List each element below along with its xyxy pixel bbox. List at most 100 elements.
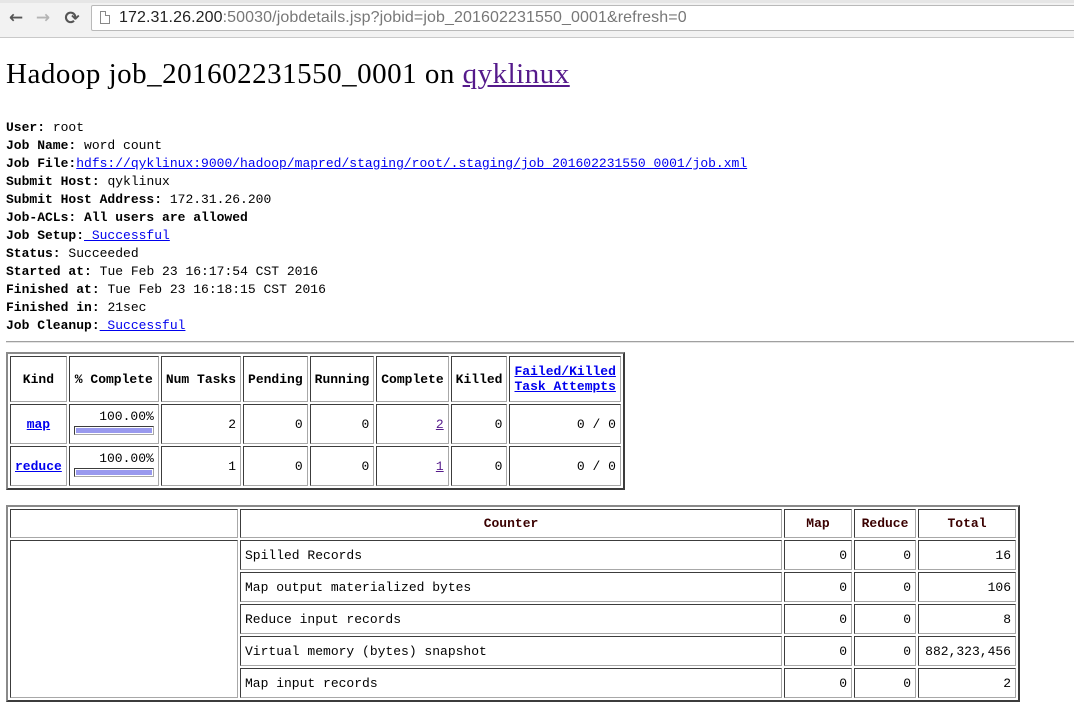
header-counter: Counter [240, 509, 782, 538]
running-cell: 0 [309, 404, 375, 444]
counter-total-value: 8 [918, 604, 1016, 634]
host-link[interactable]: qyklinux [463, 58, 570, 90]
forward-arrow-icon[interactable]: → [32, 7, 54, 29]
info-label: Job File: [6, 156, 77, 171]
header-total: Total [918, 509, 1016, 538]
counter-map-value: 0 [784, 572, 852, 602]
num-tasks-cell: 1 [160, 446, 242, 486]
counter-name: Reduce input records [240, 604, 782, 634]
pending-cell: 0 [243, 446, 308, 486]
info-value: word count [84, 138, 163, 153]
info-row: Submit Host: qyklinux [6, 173, 747, 191]
url-path: :50030/jobdetails.jsp?jobid=job_20160223… [222, 9, 687, 26]
pct-complete-cell: 100.00% [68, 404, 159, 444]
header-running: Running [309, 356, 375, 402]
counter-name: Virtual memory (bytes) snapshot [240, 636, 782, 666]
tab-strip-edge [0, 0, 1074, 3]
counters-table: Counter Map Reduce Total Spilled Records… [6, 505, 1020, 702]
counter-name: Map input records [240, 668, 782, 698]
task-row-reduce: reduce 100.00% 1 0 0 1 0 0 / 0 [10, 446, 621, 486]
info-value: Tue Feb 23 16:18:15 CST 2016 [107, 282, 326, 297]
complete-cell: 2 [376, 404, 449, 444]
info-value: 172.31.26.200 [169, 192, 272, 207]
header-reduce: Reduce [854, 509, 916, 538]
pct-complete-cell: 100.00% [68, 446, 159, 486]
task-table-header: Kind % Complete Num Tasks Pending Runnin… [10, 356, 621, 402]
page-title: Hadoop job_201602231550_0001 on qyklinux [6, 58, 570, 91]
header-group [10, 509, 238, 538]
counters-header: Counter Map Reduce Total [10, 509, 1016, 538]
kind-link[interactable]: map [27, 417, 50, 432]
reload-icon[interactable]: ⟳ [61, 7, 83, 29]
info-value: root [52, 120, 85, 135]
back-arrow-icon[interactable]: ← [5, 7, 27, 29]
info-row: Finished in: 21sec [6, 299, 747, 317]
url-host: 172.31.26.200 [119, 9, 223, 26]
info-row: Job-ACLs: All users are allowed [6, 209, 747, 227]
info-row: Started at: Tue Feb 23 16:17:54 CST 2016 [6, 263, 747, 281]
failed-killed-link[interactable]: Failed/Killed Task Attempts [514, 364, 615, 394]
info-row: Job File:hdfs://qyklinux:9000/hadoop/map… [6, 155, 747, 173]
info-value: Tue Feb 23 16:17:54 CST 2016 [99, 264, 319, 279]
header-pending: Pending [243, 356, 308, 402]
counter-map-value: 0 [784, 636, 852, 666]
counter-name: Map output materialized bytes [240, 572, 782, 602]
info-label: Job Cleanup: [6, 318, 100, 333]
pct-complete-text: 100.00% [99, 408, 154, 424]
header-num-tasks: Num Tasks [160, 356, 242, 402]
counter-name: Spilled Records [240, 540, 782, 570]
complete-cell: 1 [376, 446, 449, 486]
info-label: User: [6, 120, 46, 135]
counter-map-value: 0 [784, 668, 852, 698]
failed-killed-cell: 0 / 0 [509, 404, 621, 444]
counter-total-value: 2 [918, 668, 1016, 698]
info-label: Started at: [6, 264, 92, 279]
header-killed: Killed [450, 356, 508, 402]
info-row: Job Cleanup: Successful [6, 317, 747, 335]
header-kind: Kind [10, 356, 67, 402]
info-label: Submit Host: [6, 174, 100, 189]
info-label: Submit Host Address: [6, 192, 163, 207]
info-link[interactable]: Successful [84, 228, 170, 243]
complete-link[interactable]: 2 [436, 417, 444, 432]
killed-cell: 0 [450, 446, 508, 486]
counter-map-value: 0 [784, 604, 852, 634]
task-row-map: map 100.00% 2 0 0 2 0 0 / 0 [10, 404, 621, 444]
info-row: Job Name: word count [6, 137, 747, 155]
info-label: Job Name: [6, 138, 77, 153]
progress-bar-fill [75, 469, 152, 475]
task-summary-table: Kind % Complete Num Tasks Pending Runnin… [6, 352, 625, 490]
header-failed-killed: Failed/Killed Task Attempts [509, 356, 621, 402]
kind-link[interactable]: reduce [15, 459, 62, 474]
info-value: 21sec [107, 300, 147, 315]
info-link[interactable]: Successful [100, 318, 185, 333]
failed-killed-line1: Failed/Killed [514, 364, 616, 379]
address-bar[interactable]: 172.31.26.200:50030/jobdetails.jsp?jobid… [91, 5, 1074, 31]
pct-complete-text: 100.00% [99, 450, 154, 466]
info-row: User: root [6, 119, 747, 137]
info-value: qyklinux [107, 174, 170, 189]
job-info: User: root Job Name: word count Job File:h… [6, 119, 747, 335]
header-pct-complete: % Complete [68, 356, 159, 402]
info-row: Job Setup: Successful [6, 227, 747, 245]
complete-link[interactable]: 1 [436, 459, 444, 474]
counter-group-cell [10, 540, 238, 698]
counter-reduce-value: 0 [854, 668, 916, 698]
failed-killed-line2: Task Attempts [514, 379, 616, 394]
kind-cell: reduce [10, 446, 67, 486]
progress-bar-fill [75, 427, 152, 433]
counter-total-value: 106 [918, 572, 1016, 602]
kind-cell: map [10, 404, 67, 444]
counter-reduce-value: 0 [854, 572, 916, 602]
pending-cell: 0 [243, 404, 308, 444]
info-link[interactable]: hdfs://qyklinux:9000/hadoop/mapred/stagi… [76, 156, 747, 171]
counter-reduce-value: 0 [854, 604, 916, 634]
info-row: Finished at: Tue Feb 23 16:18:15 CST 201… [6, 281, 747, 299]
info-label: Job-ACLs: All users are allowed [6, 210, 248, 225]
url-text[interactable]: 172.31.26.200:50030/jobdetails.jsp?jobid… [119, 9, 687, 27]
killed-cell: 0 [450, 404, 508, 444]
counter-total-value: 882,323,456 [918, 636, 1016, 666]
progress-bar [73, 425, 154, 435]
info-row: Status: Succeeded [6, 245, 747, 263]
counter-reduce-value: 0 [854, 540, 916, 570]
